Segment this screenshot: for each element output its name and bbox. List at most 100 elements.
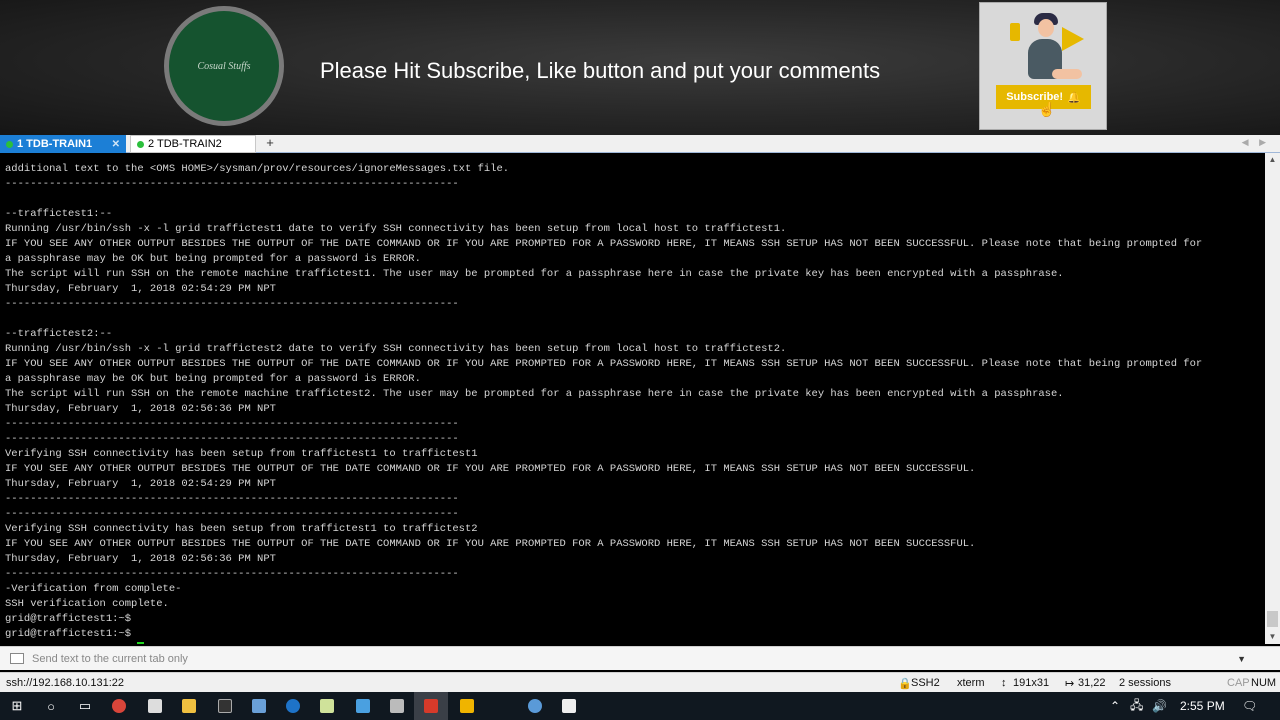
banner-title: Please Hit Subscribe, Like button and pu… [320, 58, 881, 83]
terminal-line: The script will run SSH on the remote ma… [5, 388, 1064, 400]
tab-next-icon[interactable]: ▶ [1259, 137, 1266, 147]
edge-icon[interactable] [276, 692, 310, 720]
notification-icon[interactable]: 🗨 [1242, 692, 1257, 720]
terminal-line: ----------------------------------------… [5, 568, 459, 580]
bell-icon: 🔔 [1067, 91, 1081, 104]
terminal-line: ----------------------------------------… [5, 178, 459, 190]
terminal-line: ----------------------------------------… [5, 508, 459, 520]
tray-chevron-icon[interactable]: ⌃ [1110, 692, 1120, 720]
send-text-bar[interactable]: Send text to the current tab only ▼ [0, 646, 1280, 670]
terminal-line: ----------------------------------------… [5, 298, 459, 310]
notepad-icon[interactable] [310, 692, 344, 720]
tab-label: 2 TDB-TRAIN2 [148, 138, 222, 150]
terminal-line: Thursday, February 1, 2018 02:54:29 PM N… [5, 478, 276, 490]
send-text-input[interactable]: Send text to the current tab only [32, 653, 188, 665]
network-icon[interactable] [242, 692, 276, 720]
subscribe-card: Subscribe! 🔔 ☝ [979, 2, 1107, 130]
hand-cursor-icon: ☝ [1038, 101, 1056, 117]
status-sessions: 2 sessions [1119, 677, 1171, 689]
terminal-line: Thursday, February 1, 2018 02:56:36 PM N… [5, 403, 276, 415]
tab-tdb-train2[interactable]: 2 TDB-TRAIN2 [130, 135, 256, 153]
terminal-line: -Verification from complete- [5, 583, 182, 595]
terminal-line: IF YOU SEE ANY OTHER OUTPUT BESIDES THE … [5, 238, 1203, 250]
terminal-line: SSH verification complete. [5, 598, 169, 610]
lock-icon: 🔒 [898, 678, 912, 690]
scroll-up-icon[interactable]: ▲ [1265, 153, 1280, 167]
terminal-line: Running /usr/bin/ssh -x -l grid traffict… [5, 343, 787, 355]
volume-icon[interactable]: 🔊 [1152, 692, 1167, 720]
status-size: 191x31 [1013, 677, 1050, 689]
status-cap: CAP [1227, 677, 1250, 689]
tab-tdb-train1[interactable]: 1 TDB-TRAIN1 ✕ [0, 135, 126, 153]
status-protocol: SSH2 [911, 677, 940, 689]
terminal-line: --traffictest2:-- [5, 328, 113, 340]
terminal-line: grid@traffictest1:~$ [5, 628, 132, 640]
tab-label: 1 TDB-TRAIN1 [17, 138, 93, 150]
scroll-down-icon[interactable]: ▼ [1265, 630, 1280, 644]
terminal-line: Verifying SSH connectivity has been setu… [5, 523, 478, 535]
tab-navigation: ◀ ▶ [1234, 137, 1266, 148]
tab-prev-icon[interactable]: ◀ [1242, 137, 1249, 147]
session-connected-icon [137, 140, 144, 148]
status-terminal-type: xterm [957, 677, 985, 689]
terminal-line: Thursday, February 1, 2018 02:54:29 PM N… [5, 283, 276, 295]
recorder-icon[interactable] [518, 692, 552, 720]
chevron-down-icon[interactable]: ▼ [1237, 654, 1246, 664]
terminal-line: grid@traffictest1:~$ [5, 642, 1265, 644]
windows-taskbar: ⊞ ○ ▭ ⌃ 🖧 🔊 2:55 PM 🗨 [0, 692, 1280, 720]
vs-icon[interactable] [138, 692, 172, 720]
task-view-icon[interactable]: ▭ [68, 692, 102, 720]
terminal-line: ----------------------------------------… [5, 433, 459, 445]
terminal-line: Running /usr/bin/ssh -x -l grid traffict… [5, 223, 787, 235]
terminal-output[interactable]: additional text to the <OMS HOME>/sysman… [0, 153, 1265, 644]
terminal-line: Verifying SSH connectivity has been setu… [5, 448, 478, 460]
channel-logo: Cosual Stuffs [164, 6, 284, 126]
chrome-icon[interactable] [102, 692, 136, 720]
session-tab-bar: 1 TDB-TRAIN1 ✕ 2 TDB-TRAIN2 + ◀ ▶ [0, 135, 1280, 153]
figure-head [1038, 19, 1054, 37]
cmd-icon[interactable] [208, 692, 242, 720]
window-icon[interactable] [552, 692, 586, 720]
terminal-line: grid@traffictest1:~$ [5, 613, 132, 625]
status-bar: ssh://192.168.10.131:22 🔒 SSH2 xterm ↕ 1… [0, 672, 1280, 692]
resize-icon: ↕ [1001, 677, 1007, 689]
session-connected-icon [6, 140, 13, 148]
figure-leg [1052, 69, 1082, 79]
terminal-line: IF YOU SEE ANY OTHER OUTPUT BESIDES THE … [5, 538, 976, 550]
status-num: NUM [1251, 677, 1277, 689]
file-explorer-icon[interactable] [172, 692, 206, 720]
network-tray-icon[interactable]: 🖧 [1130, 692, 1143, 720]
clock[interactable]: 2:55 PM [1180, 692, 1225, 720]
app-icon[interactable] [346, 692, 380, 720]
send-bar-icon [10, 653, 24, 664]
windows-start-icon[interactable]: ⊞ [0, 692, 34, 720]
ftp-icon[interactable] [450, 692, 484, 720]
status-cursor-pos: 31,22 [1078, 677, 1106, 689]
terminal-cursor [137, 642, 145, 644]
status-connection: ssh://192.168.10.131:22 [6, 677, 125, 689]
video-banner: Cosual Stuffs Please Hit Subscribe, Like… [0, 0, 1280, 135]
terminal-line: Thursday, February 1, 2018 02:56:36 PM N… [5, 553, 276, 565]
terminal-scrollbar[interactable]: ▲ ▼ [1265, 153, 1280, 644]
terminal-line: a passphrase may be OK but being prompte… [5, 373, 421, 385]
tools-icon[interactable] [380, 692, 414, 720]
megaphone-icon [1062, 27, 1084, 51]
terminal-line: IF YOU SEE ANY OTHER OUTPUT BESIDES THE … [5, 463, 976, 475]
terminal-line: ----------------------------------------… [5, 493, 459, 505]
terminal-line: IF YOU SEE ANY OTHER OUTPUT BESIDES THE … [5, 358, 1203, 370]
xshell-icon[interactable] [414, 692, 448, 720]
search-icon[interactable]: ○ [34, 692, 68, 720]
terminal-line: --traffictest1:-- [5, 208, 113, 220]
new-tab-button[interactable]: + [262, 135, 278, 153]
close-icon[interactable]: ✕ [112, 139, 120, 150]
scroll-thumb[interactable] [1267, 611, 1278, 627]
terminal-line: The script will run SSH on the remote ma… [5, 268, 1064, 280]
cursor-position-icon: ↦ [1065, 678, 1075, 690]
phone-icon [1010, 23, 1020, 41]
channel-logo-text: Cosual Stuffs [197, 60, 251, 72]
terminal-line: a passphrase may be OK but being prompte… [5, 253, 421, 265]
terminal-line: additional text to the <OMS HOME>/sysman… [5, 163, 510, 175]
terminal-line: ----------------------------------------… [5, 418, 459, 430]
